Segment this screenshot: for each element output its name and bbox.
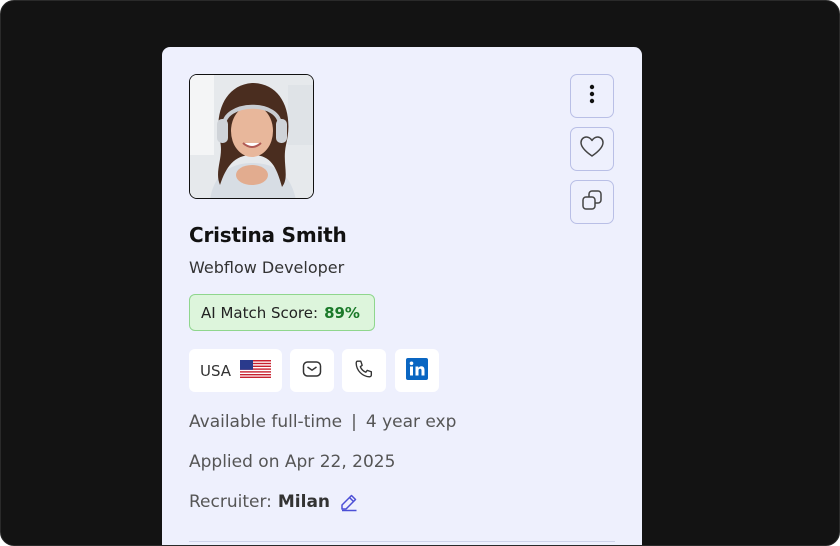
- match-score-badge: AI Match Score: 89%: [189, 294, 375, 331]
- recruiter-label: Recruiter:: [189, 492, 272, 512]
- candidate-role: Webflow Developer: [189, 258, 345, 277]
- avatar: [189, 74, 314, 199]
- availability-line: Available full-time | 4 year exp: [189, 412, 456, 432]
- app-frame: Cristina Smith Webflow Developer AI Matc…: [0, 0, 840, 546]
- us-flag-icon: [240, 359, 272, 382]
- candidate-card: Cristina Smith Webflow Developer AI Matc…: [162, 47, 642, 545]
- copy-button[interactable]: [570, 180, 614, 224]
- email-button[interactable]: [290, 349, 334, 392]
- separator: |: [351, 412, 357, 432]
- copy-icon: [580, 188, 604, 216]
- pencil-icon[interactable]: [339, 492, 359, 512]
- linkedin-button[interactable]: [395, 349, 439, 392]
- phone-button[interactable]: [342, 349, 386, 392]
- more-options-button[interactable]: [570, 74, 614, 118]
- heart-icon: [579, 135, 605, 163]
- mail-icon: [301, 358, 323, 384]
- favorite-button[interactable]: [570, 127, 614, 171]
- country-label: USA: [199, 361, 232, 380]
- availability-text: Available full-time: [189, 412, 343, 432]
- more-vertical-icon: [589, 84, 595, 108]
- candidate-name: Cristina Smith: [189, 223, 347, 247]
- recruiter-line: Recruiter: Milan: [189, 492, 359, 512]
- applied-date: Applied on Apr 22, 2025: [189, 452, 396, 472]
- country-chip: USA: [189, 349, 282, 392]
- linkedin-icon: [406, 357, 428, 384]
- phone-icon: [353, 358, 375, 384]
- match-score-value: 89%: [324, 303, 360, 322]
- experience-text: 4 year exp: [365, 412, 457, 432]
- recruiter-name: Milan: [277, 492, 331, 512]
- match-score-label: AI Match Score:: [201, 303, 319, 322]
- divider: [189, 541, 615, 542]
